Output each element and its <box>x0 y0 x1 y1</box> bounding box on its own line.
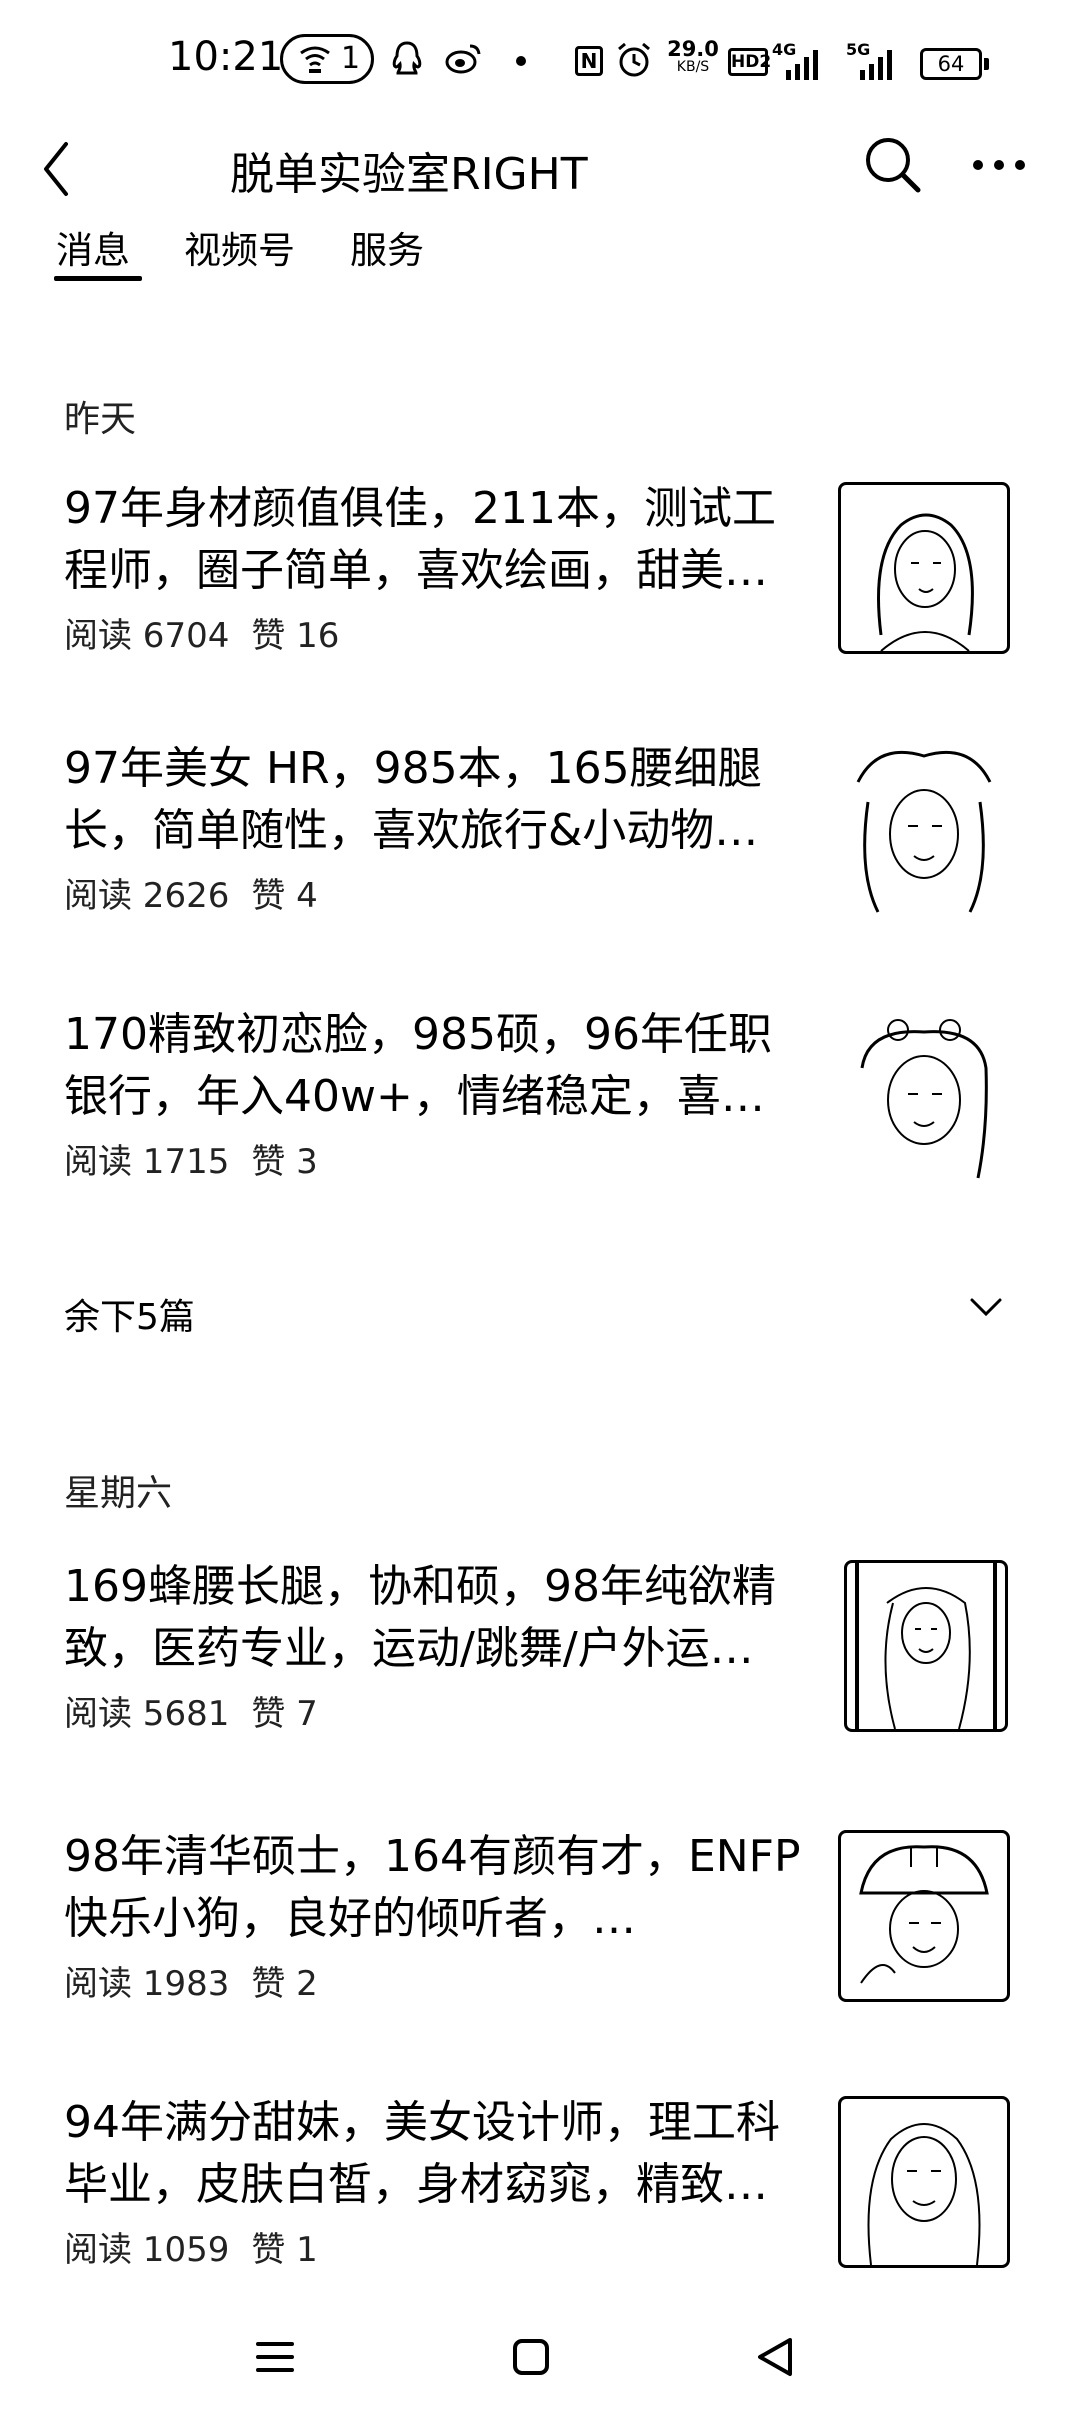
tab-messages[interactable]: 消息 <box>56 220 130 274</box>
article-meta: 阅读 1059 赞 1 <box>64 2222 318 2271</box>
signal-5g-icon <box>860 50 892 80</box>
article-item[interactable]: 97年美女 HR，985本，165腰细腿长，简单随性，喜欢旅行&小动物… 阅读 … <box>0 738 1080 938</box>
tab-channels[interactable]: 视频号 <box>184 220 295 274</box>
battery-tip <box>984 58 989 70</box>
page-title: 脱单实验室RIGHT <box>230 149 588 200</box>
article-meta: 阅读 1983 赞 2 <box>64 1956 318 2005</box>
menu-icon[interactable] <box>240 2322 310 2392</box>
notification-dot <box>516 56 526 66</box>
read-count: 阅读 6704 <box>64 616 230 656</box>
more-horizontal-icon[interactable] <box>964 130 1034 200</box>
read-count: 阅读 1715 <box>64 1142 230 1182</box>
search-icon[interactable] <box>858 130 928 200</box>
like-count: 赞 3 <box>251 1142 318 1182</box>
hotspot-pill: 1 <box>280 34 374 84</box>
article-item[interactable]: 170精致初恋脸，985硕，96年任职银行，年入40w+，情绪稳定，喜… 阅读 … <box>0 1004 1080 1204</box>
like-count: 赞 4 <box>251 876 318 916</box>
alarm-icon <box>618 42 650 77</box>
official-account-page: 10:21 1 N 29.0 KB/S HD2 4G 5G 64 脱单实验室RI… <box>0 0 1080 2412</box>
portrait-sketch-image <box>860 1019 988 1179</box>
chevron-down-icon <box>970 1298 1002 1317</box>
read-count: 阅读 1059 <box>64 2230 230 2270</box>
article-meta: 阅读 6704 赞 16 <box>64 608 339 657</box>
portrait-sketch-image <box>877 513 974 651</box>
back-triangle-icon[interactable] <box>740 2322 810 2392</box>
like-count: 赞 2 <box>251 1964 318 2004</box>
status-time: 10:21 <box>168 34 284 80</box>
portrait-sketch-image <box>859 1845 989 1984</box>
article-thumbnail <box>838 2096 1010 2268</box>
chevron-left-icon[interactable] <box>26 134 86 204</box>
portrait-sketch-image <box>856 750 992 913</box>
tab-services[interactable]: 服务 <box>350 220 424 274</box>
nfc-icon: N <box>575 46 603 76</box>
app-header: 脱单实验室RIGHT <box>0 120 1080 220</box>
status-bar: 10:21 1 N 29.0 KB/S HD2 4G 5G 64 <box>0 0 1080 120</box>
article-meta: 阅读 5681 赞 7 <box>64 1686 318 1735</box>
weibo-icon <box>445 44 481 74</box>
battery-icon: 64 <box>920 48 982 80</box>
article-thumbnail <box>838 1830 1010 2002</box>
article-item[interactable]: 97年身材颜值俱佳，211本，测试工程师，圈子简单，喜欢绘画，甜美… 阅读 67… <box>0 478 1080 678</box>
portrait-sketch-image <box>867 2123 981 2265</box>
article-title: 170精致初恋脸，985硕，96年任职银行，年入40w+，情绪稳定，喜… <box>64 1009 772 1122</box>
article-title: 97年身材颜值俱佳，211本，测试工程师，圈子简单，喜欢绘画，甜美… <box>64 483 776 596</box>
section-date: 星期六 <box>64 1473 173 1514</box>
tab-bar: 消息 视频号 服务 <box>0 220 1080 290</box>
wifi-hotspot-icon <box>300 46 330 73</box>
like-count: 赞 7 <box>251 1694 318 1734</box>
read-count: 阅读 2626 <box>64 876 230 916</box>
article-title: 94年满分甜妹，美女设计师，理工科毕业，皮肤白皙，身材窈窕，精致… <box>64 2097 780 2210</box>
article-title: 98年清华硕士，164有颜有才，ENFP快乐小狗，良好的倾听者，… <box>64 1831 801 1944</box>
article-meta: 阅读 1715 赞 3 <box>64 1134 318 1183</box>
article-title: 97年美女 HR，985本，165腰细腿长，简单随性，喜欢旅行&小动物… <box>64 743 762 856</box>
article-title: 169蜂腰长腿，协和硕，98年纯欲精致，医药专业，运动/跳舞/户外运… <box>64 1561 776 1674</box>
active-tab-indicator <box>54 276 142 281</box>
article-thumbnail <box>844 1560 1008 1732</box>
hotspot-count: 1 <box>341 41 361 76</box>
article-item[interactable]: 169蜂腰长腿，协和硕，98年纯欲精致，医药专业，运动/跳舞/户外运… 阅读 5… <box>0 1556 1080 1756</box>
article-meta: 阅读 2626 赞 4 <box>64 868 318 917</box>
like-count: 赞 16 <box>251 616 340 656</box>
read-count: 阅读 1983 <box>64 1964 230 2004</box>
article-thumbnail <box>838 742 1010 914</box>
portrait-sketch-image <box>855 1563 997 1729</box>
network-speed: 29.0 KB/S <box>667 37 719 76</box>
article-thumbnail <box>838 1008 1010 1180</box>
read-count: 阅读 5681 <box>64 1694 230 1734</box>
home-square-icon[interactable] <box>496 2322 566 2392</box>
like-count: 赞 1 <box>251 2230 318 2270</box>
hd-icon: HD2 <box>728 48 771 76</box>
qq-icon <box>392 41 422 75</box>
expand-more-articles[interactable]: 余下5篇 <box>0 1270 1080 1350</box>
signal-icon <box>786 50 818 80</box>
more-articles-label: 余下5篇 <box>64 1297 195 1338</box>
section-date: 昨天 <box>64 399 137 440</box>
system-nav-bar <box>0 2300 1080 2412</box>
article-item[interactable]: 94年满分甜妹，美女设计师，理工科毕业，皮肤白皙，身材窈窕，精致… 阅读 105… <box>0 2092 1080 2292</box>
article-thumbnail <box>838 482 1010 654</box>
article-item[interactable]: 98年清华硕士，164有颜有才，ENFP快乐小狗，良好的倾听者，… 阅读 198… <box>0 1826 1080 2026</box>
